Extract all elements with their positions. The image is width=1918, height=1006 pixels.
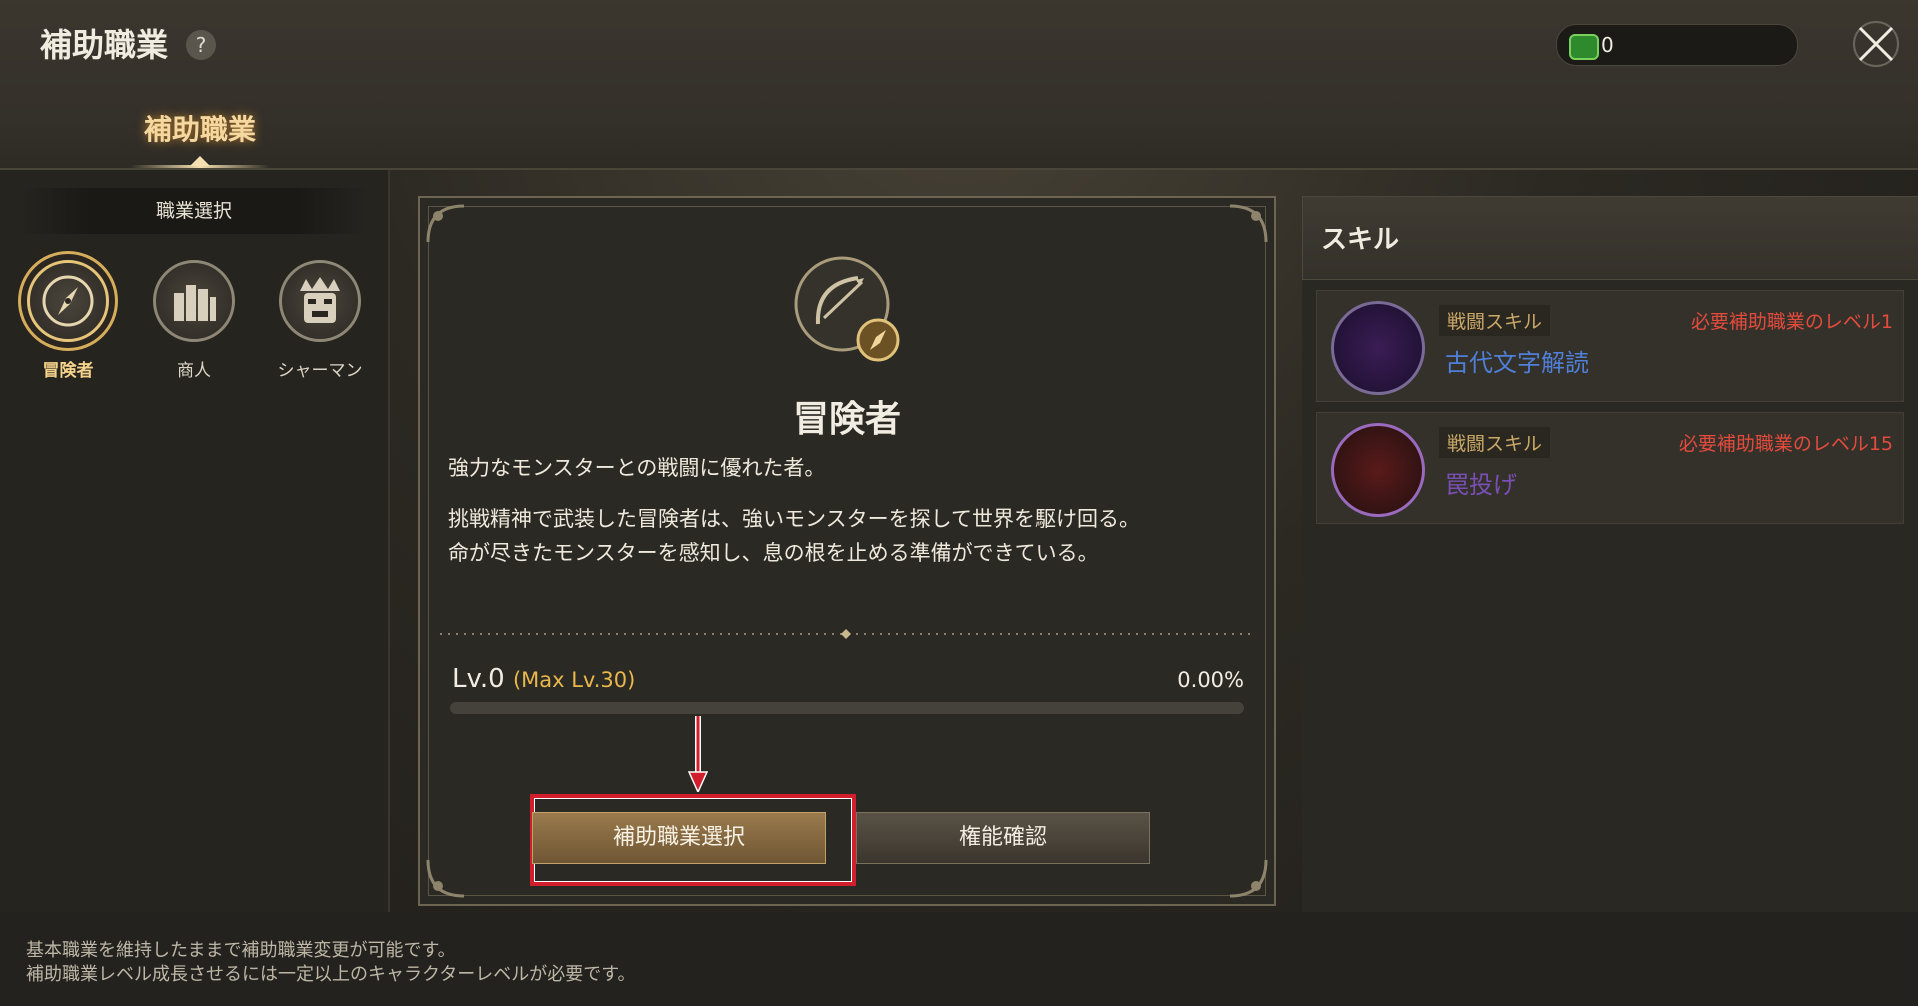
check-ability-button[interactable]: 権能確認 [856, 812, 1150, 864]
job-label: シャーマン [277, 361, 363, 381]
currency-value: 0 [1601, 33, 1614, 57]
job-description-long: 挑戦精神で武装した冒険者は、強いモンスターを探して世界を駆け回る。 命が尽きたモ… [448, 502, 1228, 570]
footer-line: 基本職業を維持したままで補助職業変更が可能です。 [26, 940, 456, 961]
job-name: 冒険者 [792, 399, 901, 440]
skill-item[interactable]: 戦闘スキル 必要補助職業のレベル15 罠投げ [1316, 412, 1904, 524]
arrow-down-icon [688, 716, 708, 792]
tab-label: 補助職業 [143, 113, 256, 146]
skill-requirement: 必要補助職業のレベル1 [1690, 311, 1893, 333]
footer-notice: 基本職業を維持したままで補助職業変更が可能です。 補助職業レベル成長させるには一… [0, 912, 1918, 1006]
job-detail-panel: 冒険者 強力なモンスターとの戦闘に優れた者。 挑戦精神で武装した冒険者は、強いモ… [418, 196, 1276, 906]
skill-tag: 戦闘スキル [1439, 305, 1551, 336]
skill-name: 罠投げ [1445, 471, 1517, 499]
level-value: Lv.0 [452, 664, 505, 694]
mask-icon [279, 260, 361, 342]
ornament-corner-icon [1229, 859, 1268, 898]
coins-icon [153, 260, 235, 342]
help-button[interactable]: ? [186, 30, 216, 60]
sidebar-header: 職業選択 [20, 188, 368, 234]
skill-panel-title: スキル [1321, 225, 1400, 255]
ancient-script-skill-icon [1331, 301, 1425, 395]
job-sidebar: 職業選択 冒険者 商人 シャーマン [0, 170, 390, 912]
currency-display: 0 [1556, 24, 1798, 66]
skill-item[interactable]: 戦闘スキル 必要補助職業のレベル1 古代文字解読 [1316, 290, 1904, 402]
ticket-icon [1569, 34, 1599, 60]
description-line: 命が尽きたモンスターを感知し、息の根を止める準備ができている。 [448, 541, 1099, 565]
max-level: (Max Lv.30) [512, 668, 636, 692]
top-bar: 補助職業 ? 0 補助職業 [0, 0, 1918, 170]
job-shaman[interactable]: シャーマン [270, 260, 370, 381]
bow-compass-emblem-icon [794, 256, 900, 362]
skill-requirement: 必要補助職業のレベル15 [1678, 433, 1893, 455]
job-adventurer[interactable]: 冒険者 [18, 260, 118, 381]
page-title: 補助職業 [40, 26, 169, 64]
ornament-corner-icon [1229, 204, 1268, 243]
job-label: 冒険者 [42, 361, 94, 381]
trap-throw-skill-icon [1331, 423, 1425, 517]
job-label: 商人 [177, 361, 211, 381]
ornament-corner-icon [426, 859, 465, 898]
description-line: 挑戦精神で武装した冒険者は、強いモンスターを探して世界を駆け回る。 [448, 507, 1140, 531]
level-display: Lv.0 (Max Lv.30) [452, 664, 635, 694]
close-icon[interactable] [1850, 18, 1902, 70]
level-progress-bar [450, 702, 1244, 714]
dotted-divider [440, 629, 1252, 639]
level-progress-percent: 0.00% [1177, 668, 1244, 692]
skill-panel: スキル 戦闘スキル 必要補助職業のレベル1 古代文字解読 戦闘スキル 必要補助職… [1302, 196, 1918, 912]
select-sub-job-button[interactable]: 補助職業選択 [532, 812, 826, 864]
skill-tag: 戦闘スキル [1439, 427, 1551, 458]
skill-name: 古代文字解読 [1445, 349, 1589, 377]
tab-caret [190, 156, 210, 166]
job-description-short: 強力なモンスターとの戦闘に優れた者。 [448, 456, 826, 480]
tab-sub-job[interactable]: 補助職業 [100, 108, 300, 168]
footer-line: 補助職業レベル成長させるには一定以上のキャラクターレベルが必要です。 [26, 964, 636, 985]
skill-panel-header: スキル [1302, 196, 1918, 280]
job-merchant[interactable]: 商人 [144, 260, 244, 381]
compass-icon [27, 260, 109, 342]
ornament-corner-icon [426, 204, 465, 243]
